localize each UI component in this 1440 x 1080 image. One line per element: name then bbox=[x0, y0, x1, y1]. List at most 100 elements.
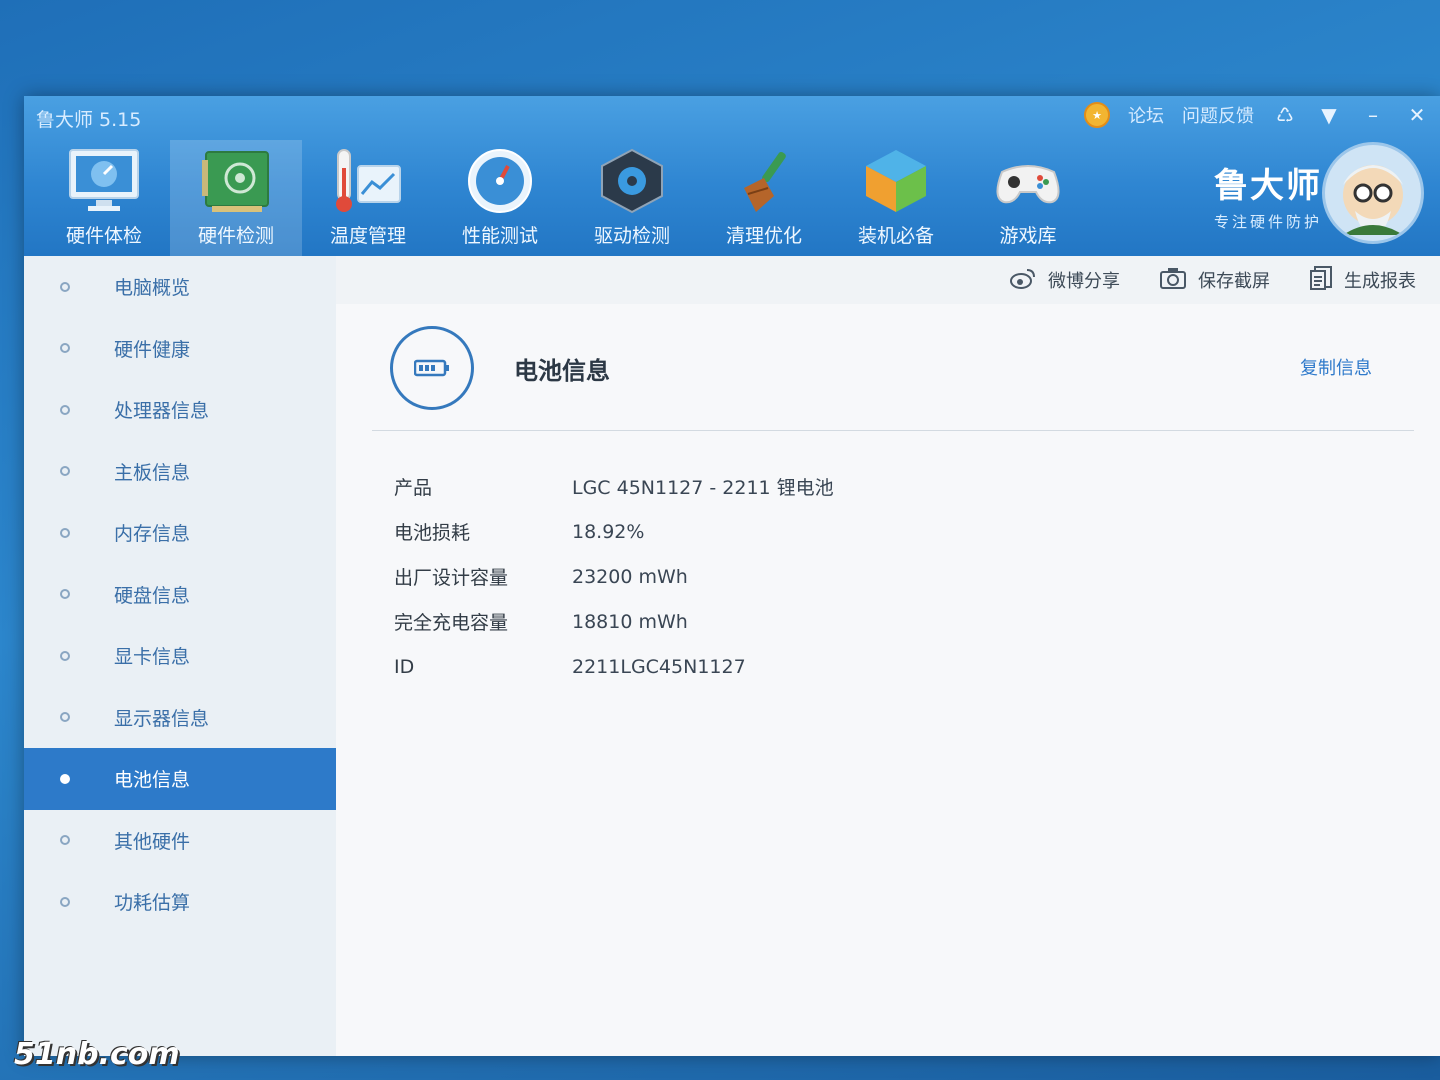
sidebar-item-display[interactable]: 显示器信息 bbox=[24, 687, 336, 749]
main-toolbar: 硬件体检 硬件检测 温度管理 性能测试 驱动检测 清理优化 装机必备 游戏库 bbox=[38, 140, 1094, 256]
sidebar-item-other[interactable]: 其他硬件 bbox=[24, 810, 336, 872]
bullet-icon bbox=[60, 712, 70, 723]
info-key: 电池损耗 bbox=[394, 522, 471, 544]
medal-icon[interactable]: ★ bbox=[1084, 102, 1110, 128]
bullet-icon bbox=[60, 896, 70, 907]
tool-cleanup[interactable]: 清理优化 bbox=[698, 140, 830, 256]
action-bar: 微博分享 保存截屏 生成报表 bbox=[336, 256, 1440, 305]
info-key: 出厂设计容量 bbox=[394, 567, 509, 589]
tool-label: 驱动检测 bbox=[593, 225, 670, 247]
tool-label: 装机必备 bbox=[857, 225, 934, 247]
mascot-avatar[interactable] bbox=[1322, 142, 1424, 244]
skin-icon[interactable]: ♺ bbox=[1272, 103, 1298, 127]
weibo-share-button[interactable]: 微博分享 bbox=[1010, 267, 1120, 294]
tool-label: 硬件检测 bbox=[197, 225, 274, 247]
sidebar-item-battery[interactable]: 电池信息 bbox=[24, 748, 336, 810]
camera-icon bbox=[1160, 267, 1186, 294]
tool-label: 硬件体检 bbox=[65, 225, 142, 247]
action-label: 保存截屏 bbox=[1198, 271, 1270, 292]
tool-hardware-detect[interactable]: 硬件检测 bbox=[170, 140, 302, 256]
generate-report-button[interactable]: 生成报表 bbox=[1310, 265, 1416, 295]
sidebar-nav: 电脑概览 硬件健康 处理器信息 主板信息 内存信息 硬盘信息 显卡信息 显示器信… bbox=[24, 256, 337, 1056]
info-key: 产品 bbox=[394, 477, 433, 499]
info-value: 18.92% bbox=[572, 520, 645, 543]
sidebar-item-motherboard[interactable]: 主板信息 bbox=[24, 441, 336, 503]
sidebar-item-label: 处理器信息 bbox=[114, 400, 210, 423]
info-row-wear: 电池损耗 18.92% bbox=[394, 509, 834, 554]
thermometer-icon bbox=[332, 147, 404, 215]
forum-link[interactable]: 论坛 bbox=[1128, 102, 1164, 128]
circuit-board-icon bbox=[200, 147, 272, 215]
sidebar-item-health[interactable]: 硬件健康 bbox=[24, 318, 336, 380]
header-bar: 鲁大师 5.15 ★ 论坛 问题反馈 ♺ ▼ – ✕ 硬件体检 硬件检测 温度管… bbox=[24, 96, 1440, 256]
section-header: 电池信息 bbox=[390, 326, 610, 410]
action-label: 微博分享 bbox=[1048, 271, 1120, 292]
broom-icon bbox=[728, 147, 800, 215]
brand-name: 鲁大师 bbox=[1213, 166, 1322, 206]
close-button[interactable]: ✕ bbox=[1404, 103, 1430, 127]
bullet-icon bbox=[60, 466, 70, 477]
copy-info-link[interactable]: 复制信息 bbox=[1300, 354, 1372, 380]
gear-icon bbox=[596, 147, 668, 215]
sidebar-item-label: 其他硬件 bbox=[114, 830, 191, 853]
speedometer-icon bbox=[464, 147, 536, 215]
tool-driver-detect[interactable]: 驱动检测 bbox=[566, 140, 698, 256]
info-value: 23200 mWh bbox=[572, 565, 688, 588]
sidebar-item-label: 内存信息 bbox=[114, 523, 191, 546]
sidebar-item-label: 电脑概览 bbox=[114, 277, 191, 300]
info-row-product: 产品 LGC 45N1127 - 2211 锂电池 bbox=[394, 464, 834, 509]
sidebar-item-cpu[interactable]: 处理器信息 bbox=[24, 379, 336, 441]
tool-label: 温度管理 bbox=[329, 225, 406, 247]
report-icon bbox=[1310, 265, 1332, 295]
bullet-icon bbox=[60, 527, 70, 538]
sidebar-item-label: 显示器信息 bbox=[114, 707, 210, 730]
tool-temperature[interactable]: 温度管理 bbox=[302, 140, 434, 256]
tool-label: 性能测试 bbox=[461, 225, 538, 247]
sidebar-item-disk[interactable]: 硬盘信息 bbox=[24, 564, 336, 626]
gamepad-icon bbox=[992, 147, 1064, 215]
app-window: 鲁大师 5.15 ★ 论坛 问题反馈 ♺ ▼ – ✕ 硬件体检 硬件检测 温度管… bbox=[24, 96, 1440, 1056]
sidebar-item-power[interactable]: 功耗估算 bbox=[24, 871, 336, 933]
sidebar-item-label: 显卡信息 bbox=[114, 646, 191, 669]
info-value: 2211LGC45N1127 bbox=[572, 655, 746, 678]
site-watermark: 51nb.com bbox=[14, 1037, 180, 1072]
sidebar-item-memory[interactable]: 内存信息 bbox=[24, 502, 336, 564]
sidebar-item-label: 硬件健康 bbox=[114, 338, 191, 361]
sidebar-item-label: 主板信息 bbox=[114, 461, 191, 484]
feedback-link[interactable]: 问题反馈 bbox=[1182, 102, 1254, 128]
bullet-icon bbox=[60, 773, 70, 784]
weibo-icon bbox=[1010, 267, 1036, 294]
bullet-icon bbox=[60, 650, 70, 661]
sidebar-item-label: 硬盘信息 bbox=[114, 584, 191, 607]
battery-info-table: 产品 LGC 45N1127 - 2211 锂电池 电池损耗 18.92% 出厂… bbox=[394, 464, 834, 689]
tool-label: 清理优化 bbox=[725, 225, 802, 247]
divider bbox=[372, 430, 1414, 431]
minimize-button[interactable]: – bbox=[1360, 103, 1386, 127]
menu-dropdown-icon[interactable]: ▼ bbox=[1316, 103, 1342, 127]
section-title: 电池信息 bbox=[514, 356, 610, 385]
info-key: ID bbox=[394, 655, 415, 678]
bullet-icon bbox=[60, 589, 70, 600]
top-links: ★ 论坛 问题反馈 ♺ ▼ – ✕ bbox=[1084, 102, 1430, 128]
main-content: 电池信息 复制信息 产品 LGC 45N1127 - 2211 锂电池 电池损耗… bbox=[336, 304, 1440, 1056]
info-value: 18810 mWh bbox=[572, 610, 688, 633]
tool-performance[interactable]: 性能测试 bbox=[434, 140, 566, 256]
bullet-icon bbox=[60, 281, 70, 292]
save-screenshot-button[interactable]: 保存截屏 bbox=[1160, 267, 1270, 294]
tool-label: 游戏库 bbox=[999, 225, 1057, 247]
tool-game-library[interactable]: 游戏库 bbox=[962, 140, 1094, 256]
action-label: 生成报表 bbox=[1344, 271, 1416, 292]
brand-slogan: 专注硬件防护 bbox=[1213, 213, 1322, 231]
sidebar-item-label: 功耗估算 bbox=[114, 892, 191, 915]
brand-block: 鲁大师 专注硬件防护 bbox=[1214, 158, 1322, 232]
info-row-full-capacity: 完全充电容量 18810 mWh bbox=[394, 599, 834, 644]
sidebar-item-overview[interactable]: 电脑概览 bbox=[24, 256, 336, 318]
info-row-design-capacity: 出厂设计容量 23200 mWh bbox=[394, 554, 834, 599]
bullet-icon bbox=[60, 343, 70, 354]
tool-hardware-checkup[interactable]: 硬件体检 bbox=[38, 140, 170, 256]
tool-essentials[interactable]: 装机必备 bbox=[830, 140, 962, 256]
info-key: 完全充电容量 bbox=[394, 612, 509, 634]
battery-icon bbox=[390, 326, 474, 410]
sidebar-item-gpu[interactable]: 显卡信息 bbox=[24, 625, 336, 687]
bullet-icon bbox=[60, 404, 70, 415]
